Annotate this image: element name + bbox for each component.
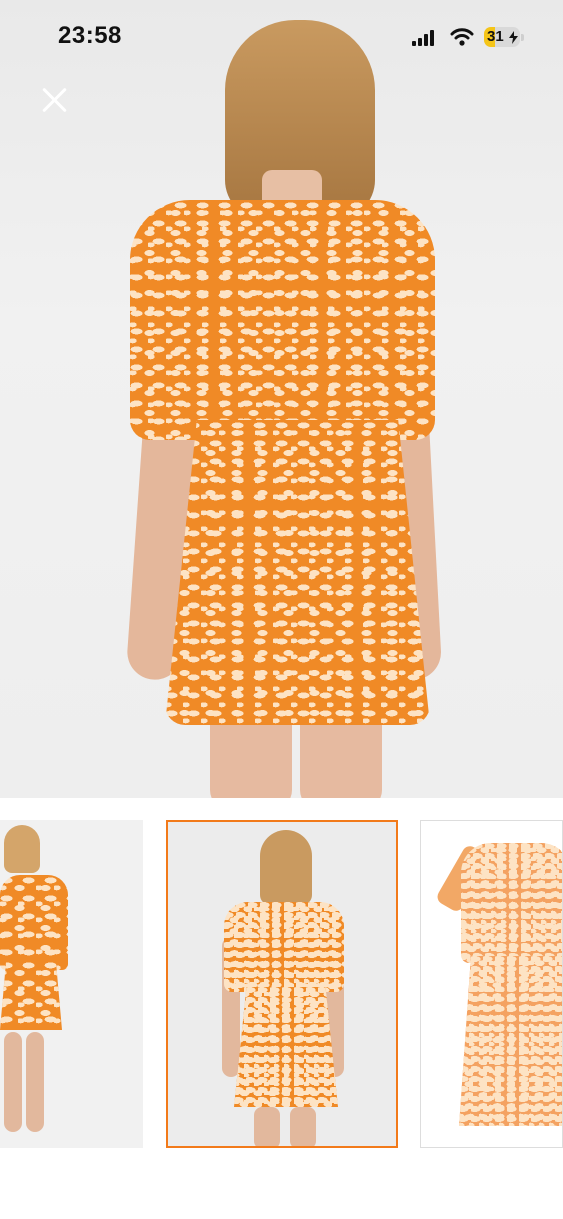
charging-bolt-icon: [509, 31, 518, 44]
thumb-model-hair: [260, 830, 312, 905]
thumb-dress-top: [461, 843, 562, 963]
main-product-image[interactable]: [0, 0, 563, 798]
thumb-dress-top: [0, 875, 68, 970]
thumb-leg: [254, 1107, 280, 1146]
status-time: 23:58: [58, 22, 122, 49]
battery-charging-icon: 31: [484, 27, 524, 49]
battery-level: 31: [487, 28, 504, 45]
thumb-dress-top: [224, 902, 344, 992]
thumb-dress-skirt: [234, 987, 338, 1107]
thumb-model-hair: [4, 825, 40, 873]
thumbnail-front-view[interactable]: [0, 820, 143, 1148]
wifi-icon: [450, 28, 474, 46]
thumbnail-strip: [0, 820, 563, 1150]
thumbnail-flat-product[interactable]: [420, 820, 563, 1148]
close-icon[interactable]: [40, 86, 68, 114]
thumb-dress-skirt: [0, 960, 62, 1030]
dress-bodice: [130, 200, 435, 440]
thumbnail-back-view-selected[interactable]: [166, 820, 398, 1148]
thumb-dress-skirt: [459, 956, 562, 1126]
cellular-signal-icon: [412, 30, 434, 46]
thumb-leg: [26, 1032, 44, 1132]
dress-skirt: [165, 420, 430, 725]
thumb-leg: [4, 1032, 22, 1132]
thumb-leg: [290, 1107, 316, 1146]
status-bar: 23:58 31: [0, 0, 563, 72]
